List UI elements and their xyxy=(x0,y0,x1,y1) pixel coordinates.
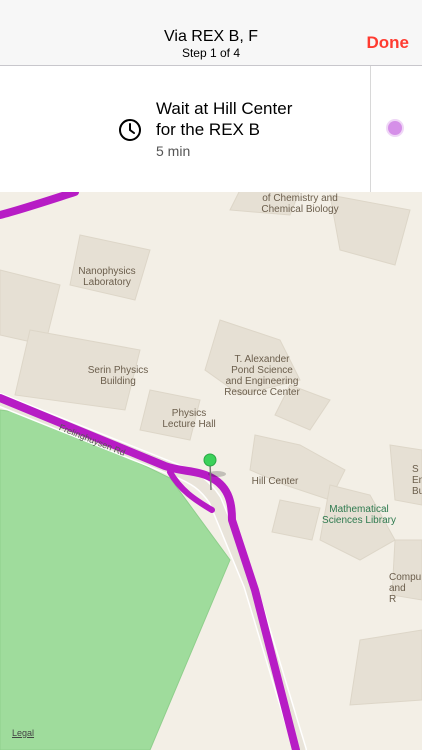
map-label-hill-center: Hill Center xyxy=(251,476,299,487)
map-canvas xyxy=(0,192,422,750)
current-step-card[interactable]: Wait at Hill Center for the REX B 5 min xyxy=(0,66,371,192)
map-label-nanophysics: Nanophysics Laboratory xyxy=(78,266,136,288)
navigation-bar: Via REX B, F Step 1 of 4 Done xyxy=(0,0,422,66)
map-label-chemistry: of Chemistry and Chemical Biology xyxy=(261,193,339,215)
next-step-card[interactable] xyxy=(371,66,422,192)
route-title: Via REX B, F xyxy=(164,28,258,45)
map-view[interactable]: of Chemistry and Chemical Biology Nanophy… xyxy=(0,192,422,750)
map-label-pond-center: T. Alexander Pond Science and Engineering R… xyxy=(224,354,300,398)
map-label-right-bottom: Compu and R xyxy=(389,572,422,605)
step-instruction-line-2: for the REX B xyxy=(156,120,260,139)
legal-link[interactable]: Legal xyxy=(12,728,34,738)
clock-icon xyxy=(119,119,141,141)
map-label-math-library: Mathematical Sciences Library xyxy=(322,504,396,526)
step-duration: 5 min xyxy=(156,143,191,159)
done-button[interactable]: Done xyxy=(367,33,410,53)
step-counter: Step 1 of 4 xyxy=(181,46,241,60)
park-area xyxy=(0,409,231,750)
step-instruction-line-1: Wait at Hill Center xyxy=(156,99,293,118)
next-step-dot-icon xyxy=(388,121,402,135)
step-instruction: Wait at Hill Center for the REX B xyxy=(156,98,356,140)
stop-pin-icon xyxy=(203,453,217,467)
map-label-right-top: SEnBuild xyxy=(412,464,422,497)
map-label-lecture-hall: Physics Lecture Hall xyxy=(162,408,216,430)
map-label-serin: Serin Physics Building xyxy=(87,365,149,387)
